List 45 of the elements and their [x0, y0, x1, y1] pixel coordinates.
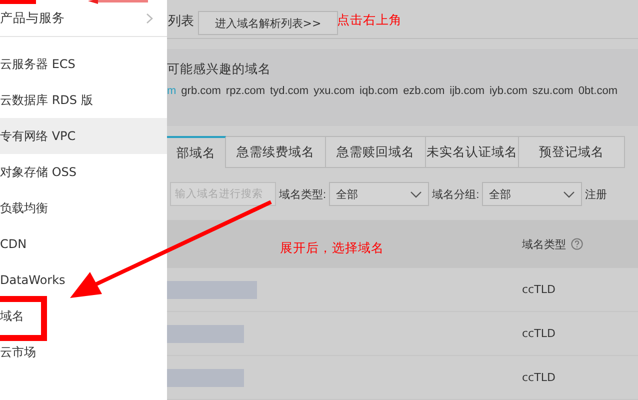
domain-link[interactable]: iqb.com — [360, 85, 398, 98]
menu-item[interactable]: 云服务器 ECS — [0, 46, 167, 82]
menu-item[interactable]: DataWorks — [0, 262, 167, 298]
domain-link[interactable]: grb.com — [181, 85, 221, 98]
menu-item[interactable]: 对象存储 OSS — [0, 154, 167, 190]
menu-item[interactable]: 云市场 — [0, 334, 167, 370]
menu-item[interactable]: 专有网络 VPC — [0, 118, 167, 154]
highlight-box — [0, 0, 36, 4]
dropdown[interactable]: 全部 — [329, 182, 430, 206]
menu-item[interactable]: CDN — [0, 226, 167, 262]
chevron-down-icon — [410, 190, 422, 198]
dropdown[interactable]: 全部 — [482, 182, 582, 206]
page-title: 列表 — [167, 13, 194, 32]
help-icon[interactable] — [571, 238, 583, 250]
table-cell: ccTLD — [522, 371, 556, 384]
table-cell: ccTLD — [522, 327, 556, 340]
tab[interactable]: 预登记域名 — [519, 136, 625, 168]
domain-link[interactable]: ezb.com — [403, 85, 445, 98]
suggestion-title: 可能感兴趣的域名 — [167, 61, 272, 78]
menu-item[interactable]: 云数据库 RDS 版 — [0, 82, 167, 118]
domain-link[interactable]: rpz.com — [226, 85, 266, 98]
arrow — [88, 0, 148, 5]
chevron-right-icon — [146, 12, 153, 24]
chevron-down-icon — [563, 190, 576, 198]
domain-link[interactable]: iyb.com — [489, 85, 528, 98]
table-cell: ccTLD — [522, 283, 556, 296]
domain-link[interactable]: 0bt.com — [578, 85, 618, 98]
filter-label: 域名分组: — [432, 188, 480, 202]
domain-link[interactable]: szu.com — [532, 85, 574, 98]
menu-item[interactable]: 域名 — [0, 298, 167, 334]
column-header: 域名类型 — [522, 236, 566, 252]
dns-list-button[interactable]: 进入域名解析列表>> — [198, 11, 338, 36]
annotation-text: 点击右上角 — [337, 12, 402, 29]
filter-label: 注册 — [585, 188, 608, 202]
menu-item[interactable]: 负载均衡 — [0, 190, 167, 226]
domain-link[interactable]: yxu.com — [314, 85, 355, 98]
tab[interactable]: 急需续费域名 — [226, 136, 326, 168]
tab[interactable]: 急需赎回域名 — [326, 136, 426, 168]
tab[interactable]: 未实名认证域名 — [426, 136, 519, 168]
domain-link[interactable]: ijb.com — [450, 85, 484, 98]
filter-label: 域名类型: — [279, 188, 326, 202]
highlight-box — [0, 296, 47, 341]
domain-link[interactable]: tyd.com — [270, 85, 309, 98]
tab[interactable]: 部域名 — [167, 136, 226, 168]
annotation-text: 展开后，选择域名 — [280, 240, 384, 257]
